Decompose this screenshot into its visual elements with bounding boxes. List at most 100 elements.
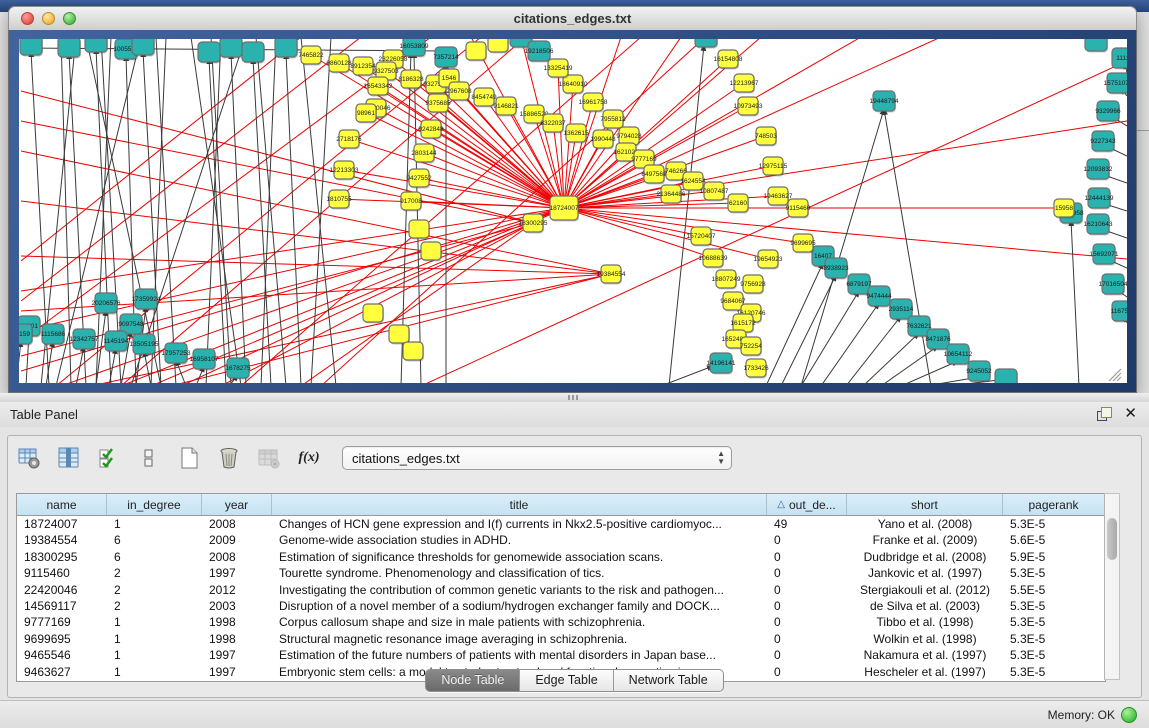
network-node[interactable]: 10688639	[699, 249, 728, 269]
network-node[interactable]	[220, 39, 243, 59]
network-node[interactable]	[242, 42, 265, 64]
network-node[interactable]: 1990448	[590, 130, 616, 150]
network-node[interactable]: 2967608	[446, 82, 472, 102]
network-node[interactable]: 20206576	[92, 293, 121, 315]
network-node[interactable]: 6497568	[641, 165, 667, 185]
network-node[interactable]	[403, 342, 424, 362]
network-node[interactable]: 1362615	[563, 124, 589, 144]
network-node[interactable]: 2687682	[693, 39, 719, 49]
citation-network-graph[interactable]: 1005532160538097357214881305419218506268…	[19, 39, 1127, 383]
network-node[interactable]: 16053809	[400, 39, 429, 58]
network-node[interactable]: 8322037	[540, 114, 566, 134]
window-titlebar[interactable]: citations_edges.txt	[8, 6, 1137, 32]
network-node[interactable]: 1115686	[41, 324, 66, 346]
network-node[interactable]: 18724007	[550, 196, 579, 222]
network-node[interactable]: 19654923	[754, 250, 783, 270]
show-column-icon[interactable]	[56, 445, 82, 471]
tab-node-table[interactable]: Node Table	[426, 670, 520, 691]
network-node[interactable]	[275, 39, 298, 59]
network-node[interactable]: 15958	[1054, 199, 1075, 219]
network-node[interactable]: 1145194	[104, 331, 129, 353]
network-node[interactable]: 7357214	[433, 47, 459, 69]
network-node[interactable]: 13325419	[544, 59, 573, 79]
network-node[interactable]	[132, 39, 155, 57]
network-node[interactable]: 9146821	[493, 97, 519, 117]
network-node[interactable]: 17957253	[162, 343, 191, 365]
network-node[interactable]: 1810755	[326, 190, 352, 210]
network-node[interactable]: 8912354	[350, 57, 376, 77]
network-node[interactable]: 21364486	[657, 185, 686, 205]
network-node[interactable]: 2803144	[411, 144, 437, 164]
table-settings-icon[interactable]	[16, 445, 42, 471]
network-node[interactable]: 10654112	[944, 344, 973, 366]
network-node[interactable]: 1167533	[1111, 301, 1127, 323]
tab-edge-table[interactable]: Edge Table	[520, 670, 613, 691]
network-node[interactable]	[1085, 39, 1108, 53]
network-node[interactable]: 8938923	[823, 258, 849, 280]
network-node[interactable]	[421, 242, 442, 262]
network-node[interactable]: 98961	[356, 104, 377, 124]
network-node[interactable]: 10807487	[700, 182, 729, 202]
network-node[interactable]	[198, 42, 221, 64]
table-row[interactable]: 1872400712008Changes of HCN gene express…	[17, 516, 1105, 532]
column-header-year[interactable]: year	[202, 494, 272, 515]
network-node[interactable]: 17359924	[132, 289, 161, 311]
network-node[interactable]: 10973493	[734, 97, 763, 117]
table-row[interactable]: 969969511998Structural magnetic resonanc…	[17, 631, 1105, 647]
network-node[interactable]: 752254	[740, 337, 762, 357]
network-node[interactable]	[85, 39, 108, 54]
function-builder-icon[interactable]: f(x)	[296, 445, 322, 471]
network-node[interactable]: 12444139	[1085, 188, 1114, 210]
network-node[interactable]	[363, 304, 384, 324]
network-node[interactable]: 8186328	[398, 70, 424, 90]
close-panel-icon[interactable]: ✕	[1124, 406, 1137, 422]
network-node[interactable]: 9860128	[326, 54, 352, 74]
network-node[interactable]: 19384554	[597, 265, 626, 285]
network-node[interactable]	[409, 220, 430, 240]
network-node[interactable]: 12093832	[1084, 159, 1113, 181]
network-node[interactable]: 13505195	[130, 334, 159, 356]
new-table-icon[interactable]	[176, 445, 202, 471]
network-node[interactable]	[995, 369, 1018, 383]
network-node[interactable]: 16154808	[714, 50, 743, 70]
network-node[interactable]	[466, 42, 487, 62]
network-node[interactable]	[488, 39, 509, 54]
tab-network-table[interactable]: Network Table	[614, 670, 723, 691]
network-node[interactable]: 19448794	[870, 91, 899, 113]
column-header-title[interactable]: title	[272, 494, 767, 515]
scrollbar-thumb[interactable]	[1107, 518, 1117, 560]
network-node[interactable]: 1733426	[743, 359, 769, 379]
network-node[interactable]: 9227343	[1090, 131, 1116, 153]
network-node[interactable]: 1112	[1112, 48, 1127, 70]
network-node[interactable]: 9245052	[966, 361, 992, 383]
network-node[interactable]: 2718176	[336, 130, 362, 150]
network-canvas[interactable]: 1005532160538097357214881305419218506268…	[19, 39, 1127, 383]
network-node[interactable]: 12213303	[330, 161, 359, 181]
table-selector-dropdown[interactable]: citations_edges.txt ▲▼	[342, 446, 732, 470]
column-header-short[interactable]: short	[847, 494, 1003, 515]
network-node[interactable]: 9329966	[1095, 101, 1121, 123]
network-node[interactable]: 16210643	[1084, 214, 1113, 236]
select-rows-icon[interactable]	[96, 445, 122, 471]
table-row[interactable]: 1830029562008Estimation of significance …	[17, 549, 1105, 565]
network-node[interactable]: 9242848	[418, 120, 444, 140]
network-node[interactable]: 18807249	[712, 270, 741, 290]
delete-table-icon[interactable]	[216, 445, 242, 471]
network-node[interactable]: 15692071	[1090, 244, 1119, 266]
table-row[interactable]: 2242004622012Investigating the contribut…	[17, 582, 1105, 598]
float-panel-icon[interactable]	[1096, 406, 1112, 422]
network-node[interactable]: 15751074	[1104, 73, 1127, 95]
network-node[interactable]	[20, 39, 43, 57]
column-header-pagerank[interactable]: pagerank	[1003, 494, 1105, 515]
network-node[interactable]: 9474444	[866, 286, 892, 308]
table-row[interactable]: 946554611997Estimation of the future num…	[17, 647, 1105, 663]
network-node[interactable]: 9699695	[790, 234, 816, 254]
network-node[interactable]: 15720407	[687, 227, 716, 247]
network-node[interactable]: 16958107	[190, 349, 219, 371]
column-header-name[interactable]: name	[17, 494, 107, 515]
network-node[interactable]	[58, 39, 81, 59]
network-node[interactable]: 9115460	[786, 199, 811, 219]
network-node[interactable]: 9756928	[740, 275, 766, 295]
network-node[interactable]: 62160	[728, 194, 749, 214]
network-node[interactable]: 12975115	[759, 157, 788, 177]
